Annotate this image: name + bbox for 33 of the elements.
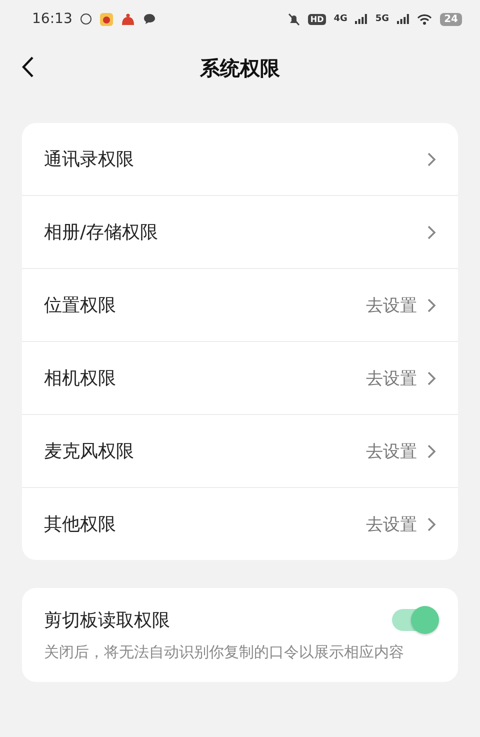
page-title: 系统权限: [200, 54, 280, 82]
app-icon: [100, 12, 114, 26]
permission-item[interactable]: 相机权限 去设置: [22, 342, 458, 415]
toggle-switch[interactable]: [392, 609, 436, 631]
hd-badge: HD: [308, 14, 326, 24]
chat-icon: [143, 13, 156, 25]
chevron-icon: [427, 444, 436, 458]
network-label: 5G: [375, 14, 390, 24]
mute-icon: [288, 12, 300, 26]
chevron-icon: [427, 224, 436, 240]
notification-icon: [80, 13, 92, 25]
wifi-icon: [417, 14, 432, 24]
signal-icon: [355, 14, 368, 24]
settings-link[interactable]: 去设置: [366, 440, 417, 462]
permission-item[interactable]: 位置权限 去设置: [22, 269, 458, 342]
status-time: 16:13: [32, 11, 72, 27]
signal-icon: [397, 14, 410, 24]
permission-item[interactable]: 通讯录权限: [22, 123, 458, 196]
app-icon: [121, 12, 136, 26]
settings-link[interactable]: 去设置: [366, 512, 417, 536]
clipboard-label: 剪切板读取权限: [44, 609, 171, 632]
battery-level: 24: [440, 12, 462, 26]
settings-link[interactable]: 去设置: [366, 366, 417, 390]
permission-item[interactable]: 其他权限 去设置: [22, 488, 458, 560]
permission-item[interactable]: 麦克风权限 去设置: [22, 415, 458, 488]
permission-item[interactable]: 相册/存储权限: [22, 196, 458, 269]
network-label: 4G: [334, 14, 348, 24]
settings-link[interactable]: 去设置: [366, 294, 417, 316]
chevron-icon: [427, 516, 436, 532]
chevron-icon: [427, 152, 436, 166]
clipboard-description: 关闭后，将无法自动识别你复制的口令以展示相应内容: [44, 642, 405, 663]
chevron-icon: [427, 298, 436, 312]
chevron-icon: [427, 370, 436, 386]
